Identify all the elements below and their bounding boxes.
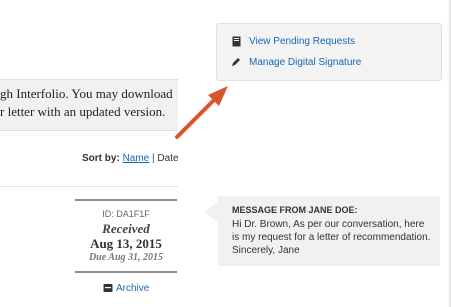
archive-label: Archive	[116, 282, 150, 294]
sort-separator: |	[152, 153, 155, 164]
request-status: Received	[102, 221, 150, 236]
request-due-date: Due Aug 31, 2015	[88, 252, 164, 263]
manage-digital-signature-label: Manage Digital Signature	[249, 56, 362, 68]
card-rule-top	[75, 199, 177, 201]
view-pending-requests-link[interactable]: View Pending Requests	[231, 34, 355, 48]
message-pointer	[204, 202, 218, 222]
notice-text-line-2: r letter with an updated version.	[0, 104, 166, 119]
request-status-card: ID: DA1F1F Received Aug 13, 2015 Due Aug…	[75, 199, 177, 275]
document-icon	[231, 35, 241, 47]
manage-digital-signature-link[interactable]: Manage Digital Signature	[231, 55, 361, 69]
sort-control: Sort by: Name | Date	[82, 153, 182, 169]
view-pending-requests-label: View Pending Requests	[249, 35, 355, 47]
requester-message: MESSAGE FROM JANE DOE: Hi Dr. Brown, As …	[218, 196, 440, 266]
sort-by-name-link[interactable]: Name	[123, 153, 150, 164]
request-id: ID: DA1F1F	[102, 209, 150, 219]
annotation-arrow-head	[208, 86, 228, 106]
sort-by-date-link[interactable]: Date	[157, 153, 178, 164]
annotation-arrow-shaft	[175, 95, 219, 139]
card-rule-bottom	[75, 271, 177, 273]
sort-label: Sort by:	[82, 153, 120, 164]
message-title: MESSAGE FROM JANE DOE:	[232, 205, 358, 215]
list-divider	[0, 186, 178, 187]
pen-icon	[231, 56, 241, 68]
actions-panel: View Pending Requests Manage Digital Sig…	[216, 23, 442, 81]
archive-link[interactable]: Archive	[103, 281, 149, 295]
archive-box-icon	[103, 282, 113, 294]
request-received-date: Aug 13, 2015	[90, 236, 162, 251]
notice-text-line-1: gh Interfolio. You may download	[0, 86, 173, 101]
message-body: Hi Dr. Brown, As per our conversation, h…	[232, 219, 431, 256]
